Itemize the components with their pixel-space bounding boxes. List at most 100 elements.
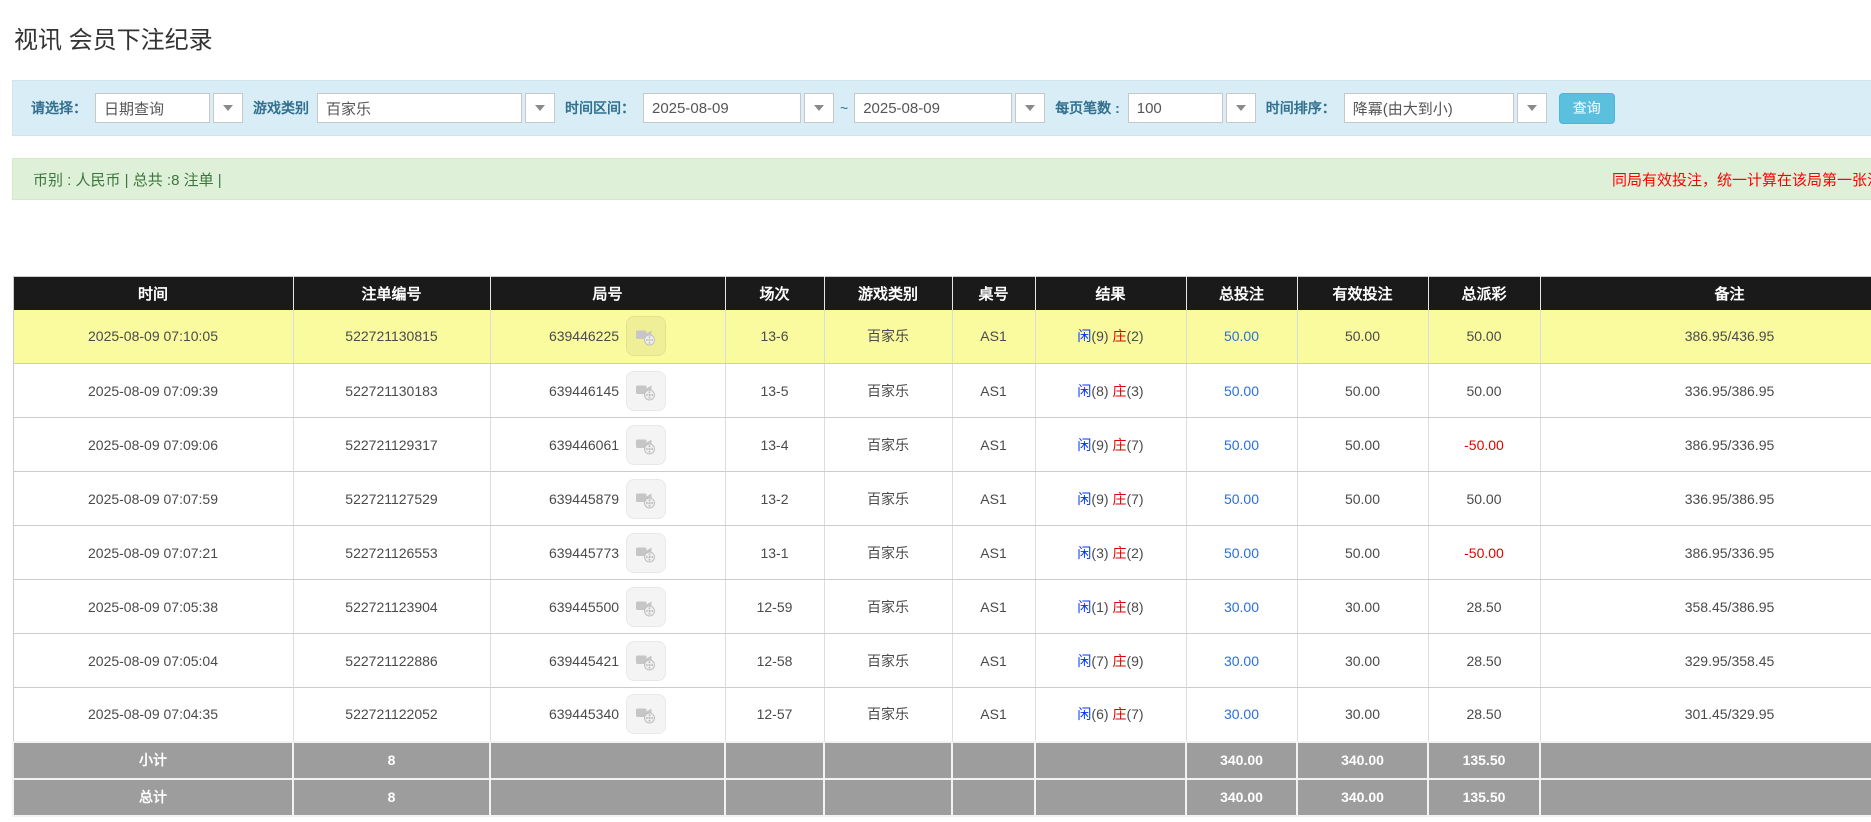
cell-note: 301.45/329.95 <box>1540 687 1871 742</box>
cell-note: 329.95/358.45 <box>1540 633 1871 688</box>
date-from-picker[interactable] <box>643 93 834 123</box>
total-bet-link[interactable]: 50.00 <box>1224 437 1259 453</box>
result-player-score: (3) <box>1091 544 1109 561</box>
cell-note: 386.95/336.95 <box>1540 417 1871 472</box>
select-type-label: 请选择： <box>31 100 87 116</box>
cell-total-bet: 50.00 <box>1186 309 1298 364</box>
game-type-select[interactable] <box>317 93 555 123</box>
cell-round-id: 639446225 <box>490 309 726 364</box>
column-header: 有效投注 <box>1297 276 1429 310</box>
video-replay-button[interactable] <box>626 640 667 681</box>
time-sort-input[interactable] <box>1343 93 1514 123</box>
chevron-down-icon <box>1025 105 1036 111</box>
result-player-score: (7) <box>1091 652 1109 669</box>
cell-game-type: 百家乐 <box>824 579 953 634</box>
cell-valid-bet: 50.00 <box>1297 525 1429 580</box>
video-replay-button[interactable] <box>626 316 667 357</box>
video-replay-button[interactable] <box>626 694 667 735</box>
column-header: 结果 <box>1035 276 1187 310</box>
video-camera-icon <box>636 493 656 508</box>
column-header: 总派彩 <box>1428 276 1541 310</box>
cell-round-id: 639445879 <box>490 471 726 526</box>
cell-session: 13-2 <box>725 471 825 526</box>
game-type-input[interactable] <box>317 93 522 123</box>
cell-valid-bet: 50.00 <box>1297 471 1429 526</box>
cell-result: 闲(9) 庄(2) <box>1035 309 1187 364</box>
totals-row: 小计 8 340.00 340.00 135.50 <box>12 740 1871 780</box>
cell-total-bet: 50.00 <box>1186 471 1298 526</box>
cell-session: 12-57 <box>725 687 825 742</box>
chevron-down-icon <box>223 105 233 111</box>
time-sort-select[interactable] <box>1343 93 1547 123</box>
totals-empty-game <box>823 777 953 817</box>
cell-round-id: 639446145 <box>490 363 726 418</box>
query-type-dropdown-button[interactable] <box>213 93 243 123</box>
totals-label: 总计 <box>12 777 294 817</box>
video-replay-button[interactable] <box>626 478 667 519</box>
filter-bar: 请选择： 游戏类别 时间区间： ~ 每页笔数 : 时间排序： <box>12 80 1871 136</box>
query-type-input[interactable] <box>95 93 210 123</box>
table-row: 2025-08-09 07:05:04 522721122886 6394454… <box>13 633 1871 688</box>
cell-game-type: 百家乐 <box>824 309 953 364</box>
cell-game-type: 百家乐 <box>824 363 953 418</box>
cell-result: 闲(1) 庄(8) <box>1035 579 1187 634</box>
totals-label: 小计 <box>12 740 294 780</box>
total-bet-link[interactable]: 50.00 <box>1224 328 1259 344</box>
result-player-label: 闲 <box>1077 598 1092 615</box>
date-to-dropdown-button[interactable] <box>1015 93 1046 123</box>
date-to-picker[interactable] <box>854 93 1046 123</box>
time-sort-dropdown-button[interactable] <box>1516 93 1547 123</box>
cell-game-type: 百家乐 <box>824 633 953 688</box>
totals-empty-note <box>1539 777 1871 817</box>
cell-total-bet: 30.00 <box>1186 579 1298 634</box>
result-player-score: (9) <box>1091 490 1109 507</box>
video-replay-button[interactable] <box>626 370 667 411</box>
cell-bet-id: 522721130815 <box>293 309 491 364</box>
result-player-label: 闲 <box>1077 382 1092 399</box>
cell-payout: 50.00 <box>1428 309 1541 364</box>
date-from-dropdown-button[interactable] <box>804 93 834 123</box>
cell-session: 13-4 <box>725 417 825 472</box>
total-bet-link[interactable]: 30.00 <box>1224 706 1259 722</box>
total-bet-link[interactable]: 30.00 <box>1224 599 1259 615</box>
cell-valid-bet: 50.00 <box>1297 417 1429 472</box>
video-replay-button[interactable] <box>626 532 667 573</box>
result-player-label: 闲 <box>1077 328 1092 345</box>
game-type-dropdown-button[interactable] <box>525 93 555 123</box>
total-bet-link[interactable]: 50.00 <box>1224 545 1259 561</box>
cell-round-id: 639445500 <box>490 579 726 634</box>
cell-note: 336.95/386.95 <box>1540 471 1871 526</box>
cell-table-no: AS1 <box>952 687 1036 742</box>
video-camera-icon <box>636 439 656 454</box>
round-id-text: 639446145 <box>548 382 620 399</box>
total-bet-link[interactable]: 50.00 <box>1224 383 1259 399</box>
cell-payout: 28.50 <box>1428 687 1541 742</box>
video-replay-button[interactable] <box>626 424 667 465</box>
result-player-label: 闲 <box>1077 436 1092 453</box>
totals-empty-session <box>724 740 825 780</box>
cell-total-bet: 50.00 <box>1186 525 1298 580</box>
date-from-input[interactable] <box>643 93 801 123</box>
video-replay-button[interactable] <box>626 586 667 627</box>
cell-round-id: 639445773 <box>490 525 726 580</box>
date-to-input[interactable] <box>854 93 1013 123</box>
currency-total-text: 币别 : 人民币 | 总共 :8 注单 | <box>33 171 222 189</box>
cell-payout: 28.50 <box>1428 633 1541 688</box>
totals-empty-table <box>951 740 1036 780</box>
result-banker-score: (7) <box>1126 436 1144 453</box>
cell-time: 2025-08-09 07:09:39 <box>13 363 294 418</box>
video-camera-icon <box>636 385 656 400</box>
search-button[interactable]: 查询 <box>1558 92 1615 124</box>
column-header: 场次 <box>725 276 825 310</box>
total-bet-link[interactable]: 30.00 <box>1224 653 1259 669</box>
per-page-select[interactable] <box>1127 93 1256 123</box>
table-header: 时间 注单编号 局号 场次 游戏类别 桌号 结果 总投注 有效投注 总派彩 备注 <box>13 276 1871 310</box>
result-banker-label: 庄 <box>1112 382 1127 399</box>
totals-payout: 135.50 <box>1427 740 1541 780</box>
per-page-input[interactable] <box>1127 93 1223 123</box>
total-bet-link[interactable]: 50.00 <box>1224 491 1259 507</box>
query-type-select[interactable] <box>95 93 243 123</box>
per-page-dropdown-button[interactable] <box>1225 93 1256 123</box>
cell-total-bet: 30.00 <box>1186 633 1298 688</box>
cell-result: 闲(7) 庄(9) <box>1035 633 1187 688</box>
